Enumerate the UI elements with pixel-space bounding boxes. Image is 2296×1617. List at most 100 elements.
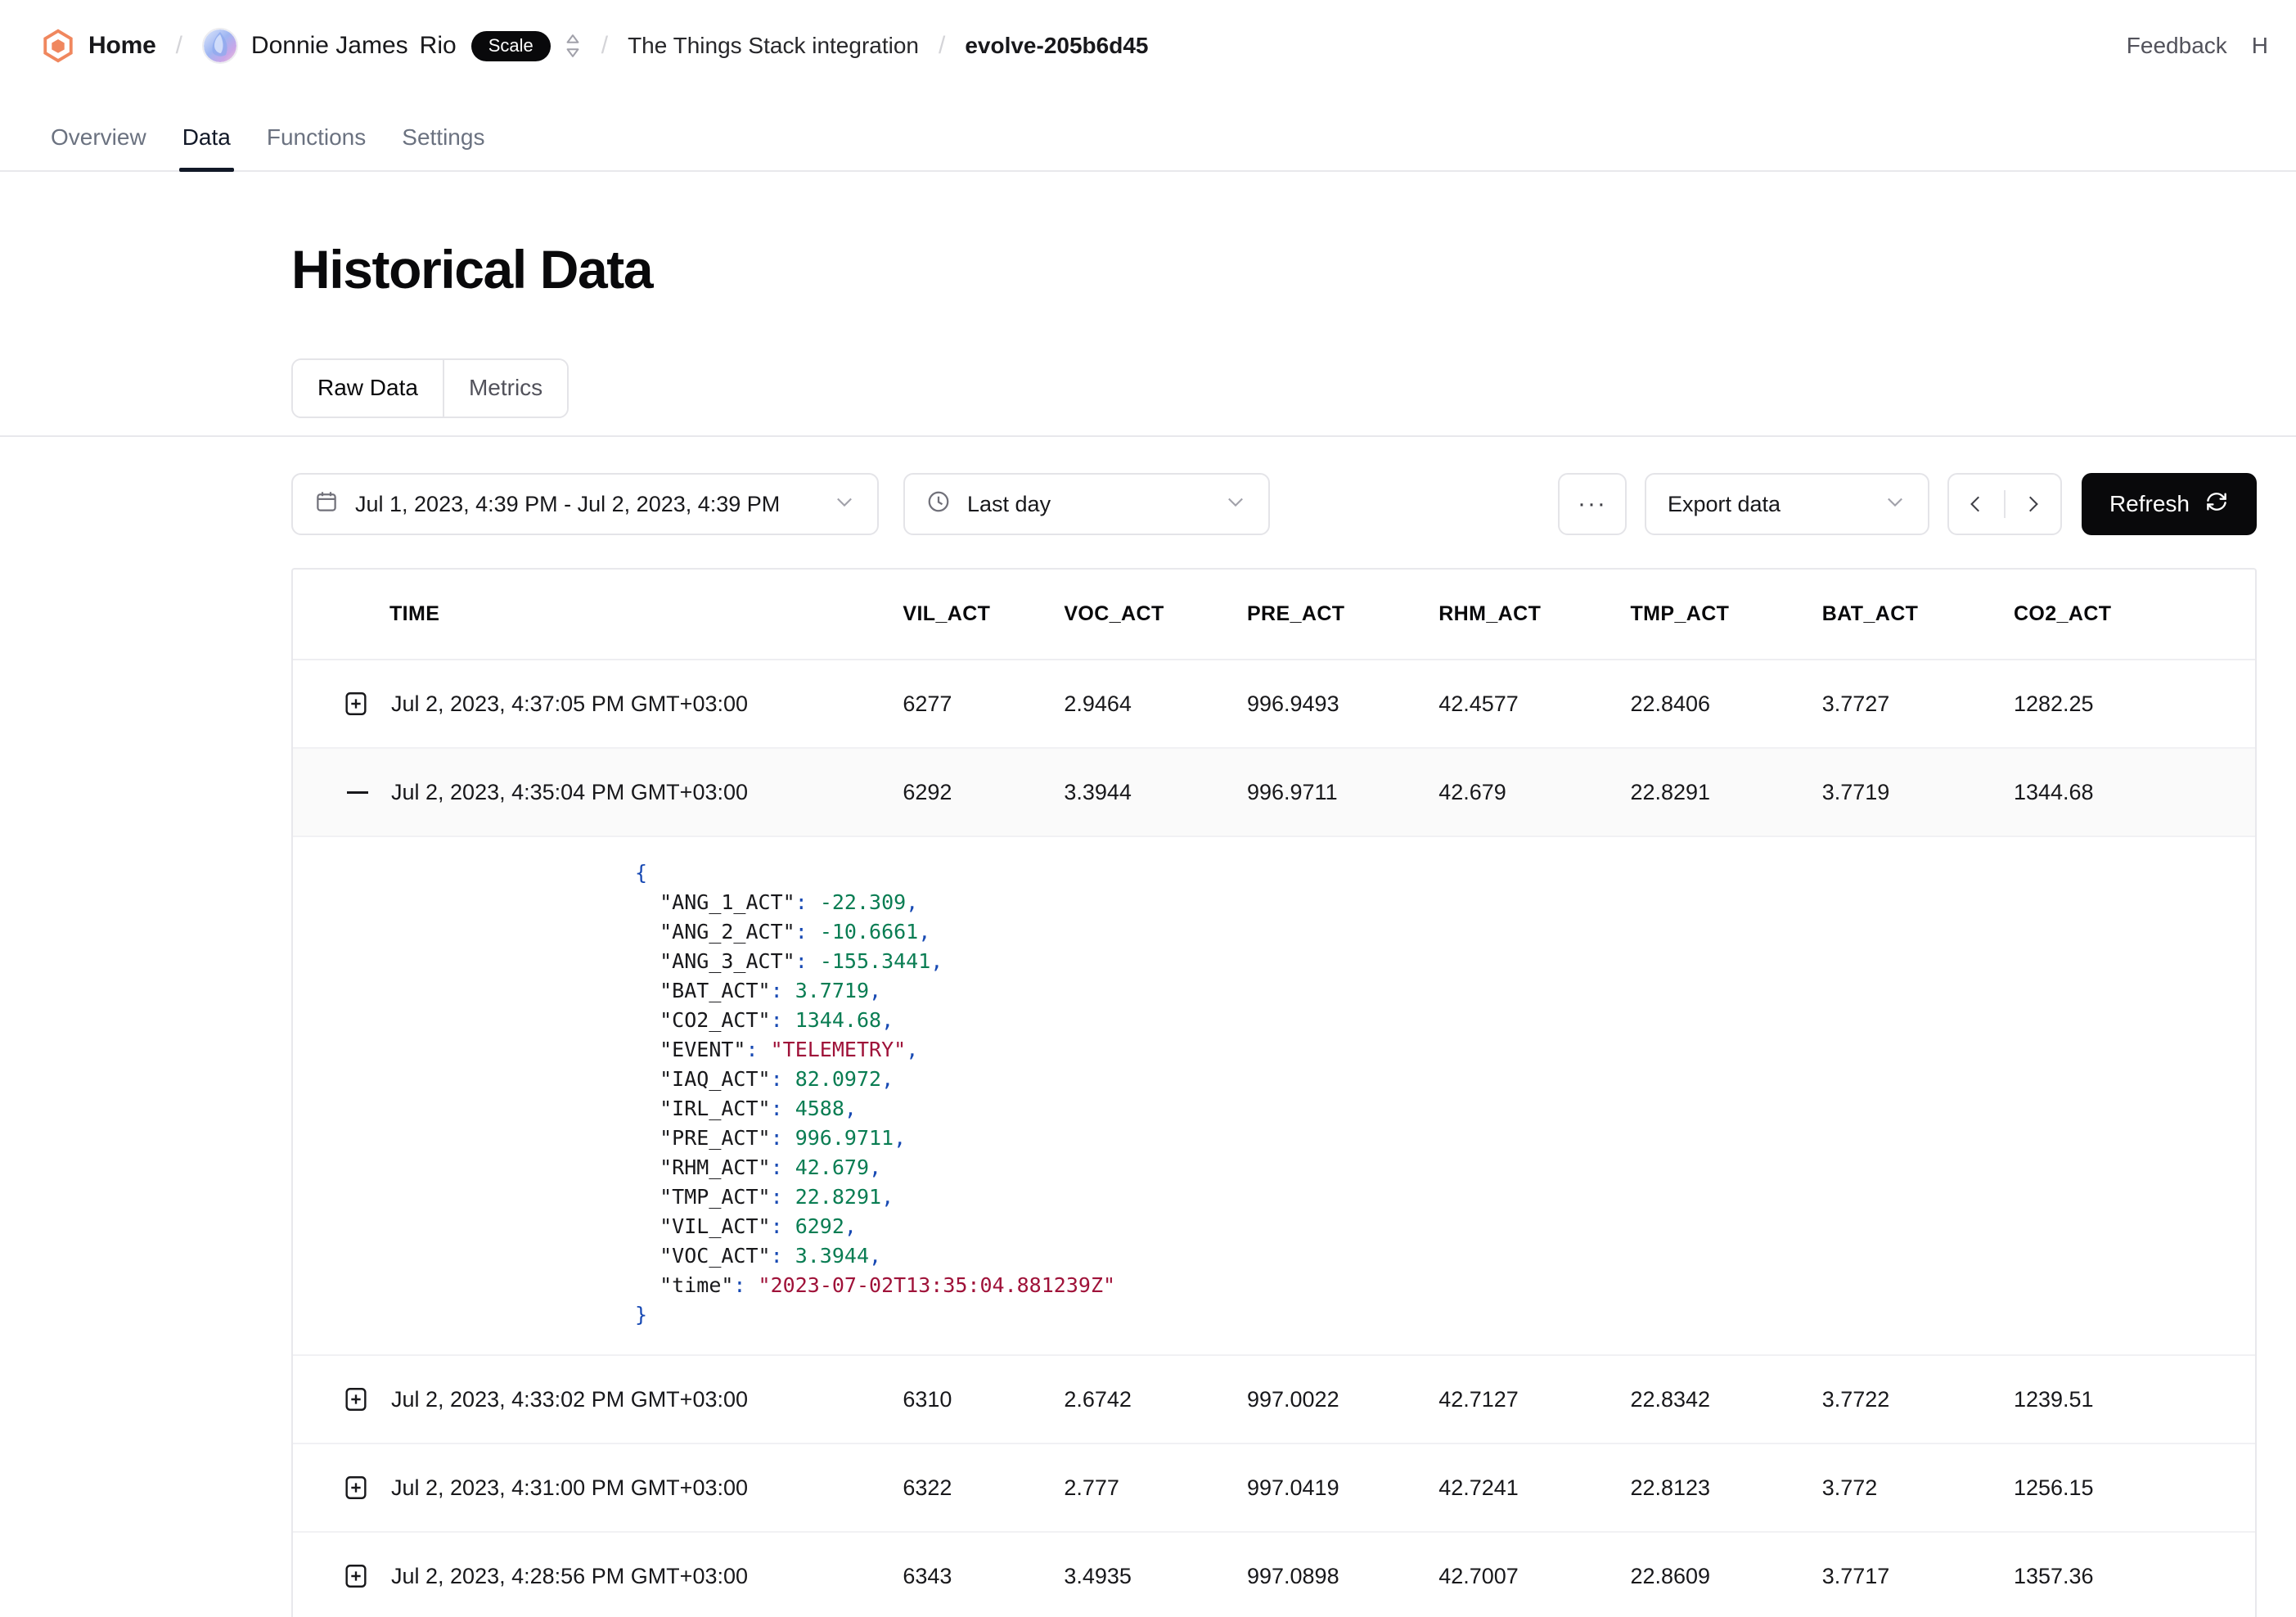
cell-bat-act: 3.7727 bbox=[1821, 660, 2014, 749]
cell-rhm-act: 42.7127 bbox=[1438, 1355, 1631, 1444]
json-value-tmp-act: 22.8291 bbox=[795, 1185, 882, 1209]
json-value-ang-1-act: -22.309 bbox=[819, 890, 907, 914]
plan-badge: Scale bbox=[470, 30, 551, 61]
table-body: Jul 2, 2023, 4:37:05 PM GMT+03:00 6277 2… bbox=[293, 660, 2255, 1617]
export-data-select[interactable]: Export data bbox=[1644, 473, 1929, 535]
column-header-time[interactable]: TIME bbox=[293, 570, 903, 660]
column-header-tmp-act[interactable]: TMP_ACT bbox=[1630, 570, 1822, 660]
calendar-icon bbox=[314, 489, 339, 520]
breadcrumb-organization[interactable]: Donnie James bbox=[201, 28, 408, 64]
date-range-picker[interactable]: Jul 1, 2023, 4:39 PM - Jul 2, 2023, 4:39… bbox=[291, 473, 879, 535]
json-payload: { "ANG_1_ACT": -22.309, "ANG_2_ACT": -10… bbox=[635, 861, 1116, 1326]
table-row[interactable]: Jul 2, 2023, 4:33:02 PM GMT+03:00 6310 2… bbox=[293, 1355, 2255, 1444]
cell-rhm-act: 42.679 bbox=[1438, 748, 1631, 837]
minus-icon[interactable] bbox=[342, 778, 370, 806]
breadcrumb-home-label: Home bbox=[88, 32, 156, 59]
json-payload-panel: { "ANG_1_ACT": -22.309, "ANG_2_ACT": -10… bbox=[293, 836, 2255, 1356]
breadcrumb-project-label[interactable]: Rio bbox=[420, 32, 457, 60]
plus-square-icon[interactable] bbox=[342, 1474, 370, 1502]
breadcrumb-separator-1: / bbox=[175, 32, 182, 59]
tab-overview[interactable]: Overview bbox=[33, 126, 164, 170]
sub-tab-raw-data[interactable]: Raw Data bbox=[293, 360, 444, 417]
refresh-button-label: Refresh bbox=[2109, 491, 2190, 516]
table-row[interactable]: Jul 2, 2023, 4:37:05 PM GMT+03:00 6277 2… bbox=[293, 660, 2255, 749]
cell-co2-act: 1282.25 bbox=[2013, 660, 2255, 749]
plus-square-icon[interactable] bbox=[342, 690, 370, 718]
json-value-irl-act: 4588 bbox=[795, 1097, 844, 1120]
column-header-rhm-act[interactable]: RHM_ACT bbox=[1438, 570, 1631, 660]
cell-time: Jul 2, 2023, 4:28:56 PM GMT+03:00 bbox=[293, 1532, 903, 1617]
cell-pre-act: 996.9493 bbox=[1246, 660, 1439, 749]
cell-tmp-act: 22.8123 bbox=[1630, 1444, 1822, 1533]
cell-tmp-act: 22.8342 bbox=[1630, 1355, 1822, 1444]
page-header: Historical Data bbox=[0, 172, 2296, 296]
sub-tab-group: Raw Data Metrics bbox=[291, 358, 569, 418]
plus-square-icon[interactable] bbox=[342, 1562, 370, 1590]
row-timestamp: Jul 2, 2023, 4:33:02 PM GMT+03:00 bbox=[391, 1386, 749, 1412]
feedback-link[interactable]: Feedback bbox=[2127, 33, 2227, 59]
chevron-right-icon[interactable] bbox=[2006, 475, 2060, 534]
json-value-co2-act: 1344.68 bbox=[795, 1008, 882, 1032]
more-options-button[interactable]: ··· bbox=[1557, 473, 1627, 535]
tab-functions[interactable]: Functions bbox=[249, 126, 384, 170]
json-value-time: 2023-07-02T13:35:04.881239Z bbox=[770, 1273, 1103, 1297]
breadcrumb-home[interactable]: Home bbox=[41, 29, 156, 63]
breadcrumb-integration[interactable]: The Things Stack integration bbox=[628, 33, 919, 59]
cell-vil-act: 6322 bbox=[903, 1444, 1065, 1533]
row-timestamp: Jul 2, 2023, 4:37:05 PM GMT+03:00 bbox=[391, 691, 749, 716]
column-header-vil-act[interactable]: VIL_ACT bbox=[903, 570, 1065, 660]
main-tab-bar: Overview Data Functions Settings bbox=[0, 92, 2296, 172]
breadcrumb-device[interactable]: evolve-205b6d45 bbox=[965, 33, 1148, 59]
chevron-down-icon bbox=[1884, 490, 1907, 519]
table-head: TIME VIL_ACT VOC_ACT PRE_ACT RHM_ACT TMP… bbox=[293, 570, 2255, 660]
json-value-ang-3-act: -155.3441 bbox=[819, 949, 931, 973]
table-row[interactable]: Jul 2, 2023, 4:35:04 PM GMT+03:00 6292 3… bbox=[293, 748, 2255, 837]
refresh-icon bbox=[2204, 489, 2229, 520]
cell-vil-act: 6343 bbox=[903, 1532, 1065, 1617]
tab-settings[interactable]: Settings bbox=[384, 126, 502, 170]
json-value-pre-act: 996.9711 bbox=[795, 1126, 894, 1150]
cell-rhm-act: 42.7241 bbox=[1438, 1444, 1631, 1533]
cell-vil-act: 6310 bbox=[903, 1355, 1065, 1444]
cell-tmp-act: 22.8406 bbox=[1630, 660, 1822, 749]
cell-co2-act: 1357.36 bbox=[2013, 1532, 2255, 1617]
tab-data[interactable]: Data bbox=[164, 126, 249, 172]
clock-icon bbox=[926, 489, 951, 520]
breadcrumb-separator-2: / bbox=[601, 32, 609, 59]
chevron-left-icon[interactable] bbox=[1949, 475, 2004, 534]
cell-time: Jul 2, 2023, 4:37:05 PM GMT+03:00 bbox=[293, 660, 903, 749]
export-data-label: Export data bbox=[1667, 491, 1781, 516]
table-row[interactable]: Jul 2, 2023, 4:31:00 PM GMT+03:00 6322 2… bbox=[293, 1444, 2255, 1533]
column-header-bat-act[interactable]: BAT_ACT bbox=[1821, 570, 2014, 660]
table-header-row: TIME VIL_ACT VOC_ACT PRE_ACT RHM_ACT TMP… bbox=[293, 570, 2255, 660]
top-bar: Home / Donnie James Rio Scale / The Thin… bbox=[0, 0, 2296, 92]
chevron-up-down-icon[interactable] bbox=[564, 32, 582, 60]
column-header-co2-act[interactable]: CO2_ACT bbox=[2013, 570, 2255, 660]
cell-voc-act: 3.3944 bbox=[1064, 748, 1247, 837]
cell-rhm-act: 42.7007 bbox=[1438, 1532, 1631, 1617]
range-preset-select[interactable]: Last day bbox=[903, 473, 1270, 535]
cell-tmp-act: 22.8609 bbox=[1630, 1532, 1822, 1617]
row-timestamp: Jul 2, 2023, 4:31:00 PM GMT+03:00 bbox=[391, 1475, 749, 1500]
page-content: Historical Data Raw Data Metrics Jul 1, … bbox=[0, 172, 2296, 1617]
plus-square-icon[interactable] bbox=[342, 1385, 370, 1413]
chevron-down-icon bbox=[833, 490, 856, 519]
cell-bat-act: 3.7717 bbox=[1821, 1532, 2014, 1617]
cell-co2-act: 1344.68 bbox=[2013, 748, 2255, 837]
json-value-bat-act: 3.7719 bbox=[795, 979, 870, 1002]
help-link[interactable]: H bbox=[2252, 33, 2268, 59]
json-value-vil-act: 6292 bbox=[795, 1214, 844, 1238]
cell-pre-act: 997.0898 bbox=[1246, 1532, 1439, 1617]
cell-vil-act: 6277 bbox=[903, 660, 1065, 749]
cell-time: Jul 2, 2023, 4:31:00 PM GMT+03:00 bbox=[293, 1444, 903, 1533]
table-row[interactable]: Jul 2, 2023, 4:28:56 PM GMT+03:00 6343 3… bbox=[293, 1532, 2255, 1617]
refresh-button[interactable]: Refresh bbox=[2081, 473, 2257, 535]
pagination-group bbox=[1947, 473, 2062, 535]
column-header-pre-act[interactable]: PRE_ACT bbox=[1246, 570, 1439, 660]
json-value-event: TELEMETRY bbox=[782, 1038, 894, 1061]
column-header-voc-act[interactable]: VOC_ACT bbox=[1064, 570, 1247, 660]
breadcrumb: Home / Donnie James Rio Scale / The Thin… bbox=[41, 28, 2127, 64]
cell-voc-act: 3.4935 bbox=[1064, 1532, 1247, 1617]
sub-tab-metrics[interactable]: Metrics bbox=[443, 360, 568, 417]
date-range-value: Jul 1, 2023, 4:39 PM - Jul 2, 2023, 4:39… bbox=[355, 491, 781, 516]
